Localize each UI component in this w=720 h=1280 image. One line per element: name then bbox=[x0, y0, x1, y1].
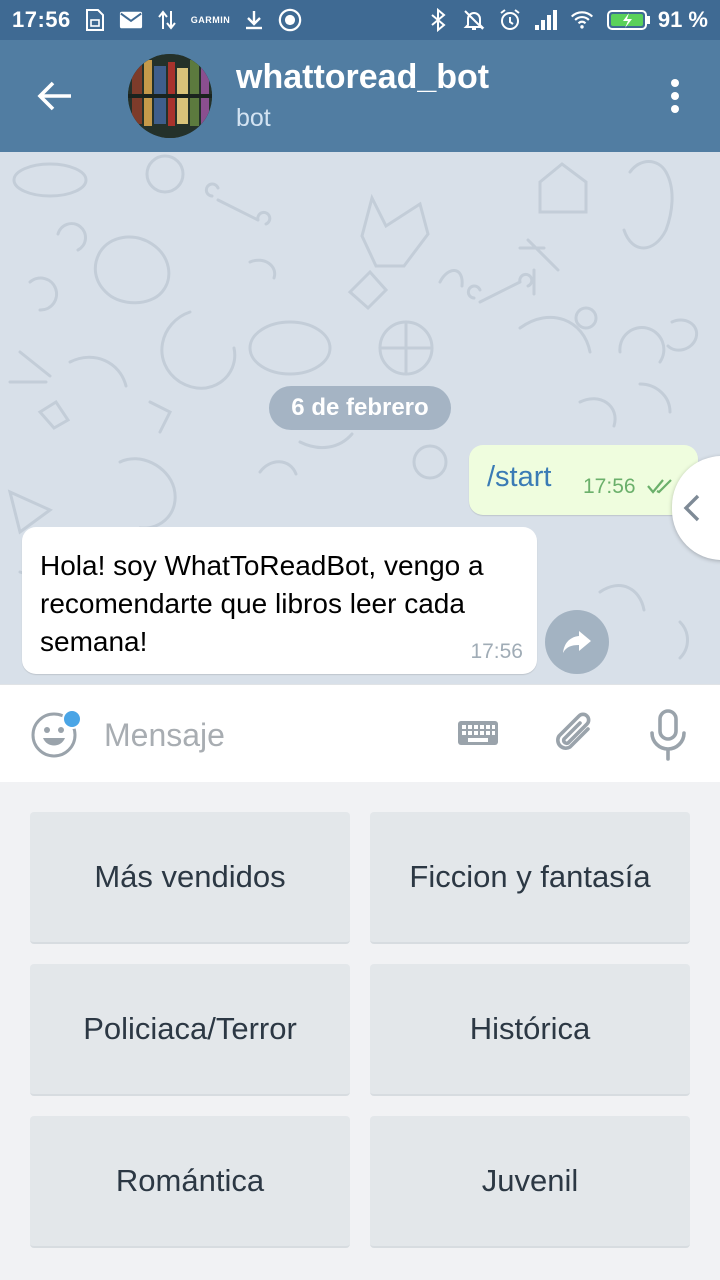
download-icon bbox=[242, 8, 266, 32]
keyboard-button-juvenil[interactable]: Juvenil bbox=[370, 1116, 690, 1248]
chat-title[interactable]: whattoread_bot bbox=[236, 57, 489, 97]
bot-reply-keyboard: Más vendidos Ficcion y fantasía Policiac… bbox=[0, 782, 720, 1280]
back-button[interactable] bbox=[0, 40, 110, 152]
wifi-icon bbox=[570, 8, 594, 32]
garmin-label: GARMIN bbox=[190, 15, 231, 25]
mail-icon bbox=[119, 8, 143, 32]
keyboard-button-historica[interactable]: Histórica bbox=[370, 964, 690, 1096]
chat-header: whattoread_bot bot bbox=[0, 40, 720, 152]
battery-percent: 91 % bbox=[657, 7, 708, 32]
outgoing-message[interactable]: /start 17:56 bbox=[469, 445, 698, 515]
share-arrow-icon bbox=[563, 631, 591, 653]
keyboard-button-ficcion-fantasia[interactable]: Ficcion y fantasía bbox=[370, 812, 690, 944]
keyboard-button-romantica[interactable]: Romántica bbox=[30, 1116, 350, 1248]
back-arrow-icon bbox=[37, 81, 71, 111]
signal-icon bbox=[534, 8, 558, 32]
mic-icon bbox=[650, 709, 686, 761]
alarm-icon bbox=[498, 8, 522, 32]
chat-subtitle: bot bbox=[236, 104, 271, 132]
mic-button[interactable] bbox=[646, 709, 690, 766]
keyboard-icon bbox=[458, 721, 498, 745]
double-check-icon bbox=[647, 479, 672, 494]
message-time: 17:56 bbox=[470, 640, 523, 663]
sim-card-icon bbox=[83, 8, 107, 32]
battery-charging-icon bbox=[606, 8, 652, 32]
notification-dot bbox=[62, 709, 82, 729]
message-input[interactable] bbox=[104, 711, 424, 759]
keyboard-button-policiaca-terror[interactable]: Policiaca/Terror bbox=[30, 964, 350, 1096]
keyboard-toggle-button[interactable] bbox=[456, 715, 500, 758]
more-menu-button[interactable] bbox=[630, 40, 720, 152]
data-transfer-icon bbox=[155, 8, 179, 32]
avatar[interactable] bbox=[128, 54, 212, 138]
message-text[interactable]: Hola! soy WhatToReadBot, vengo a recomen… bbox=[40, 547, 520, 661]
mute-icon bbox=[462, 8, 486, 32]
chat-area[interactable]: 6 de febrero /start 17:56 Hola! soy What… bbox=[0, 152, 720, 684]
record-icon bbox=[278, 8, 302, 32]
chevron-left-icon bbox=[683, 494, 700, 522]
status-bar: 17:56 GARMIN 91 % bbox=[0, 0, 720, 40]
keyboard-button-mas-vendidos[interactable]: Más vendidos bbox=[30, 812, 350, 944]
attach-button[interactable] bbox=[552, 709, 598, 764]
status-time: 17:56 bbox=[12, 7, 71, 32]
message-input-bar bbox=[0, 684, 720, 782]
date-pill: 6 de febrero bbox=[269, 386, 451, 430]
message-time: 17:56 bbox=[583, 475, 636, 498]
forward-button[interactable] bbox=[545, 610, 609, 674]
incoming-message[interactable]: Hola! soy WhatToReadBot, vengo a recomen… bbox=[22, 527, 537, 674]
attach-icon bbox=[556, 712, 591, 750]
more-vertical-icon bbox=[671, 79, 679, 113]
message-text[interactable]: /start bbox=[487, 461, 551, 494]
bluetooth-icon bbox=[426, 8, 450, 32]
